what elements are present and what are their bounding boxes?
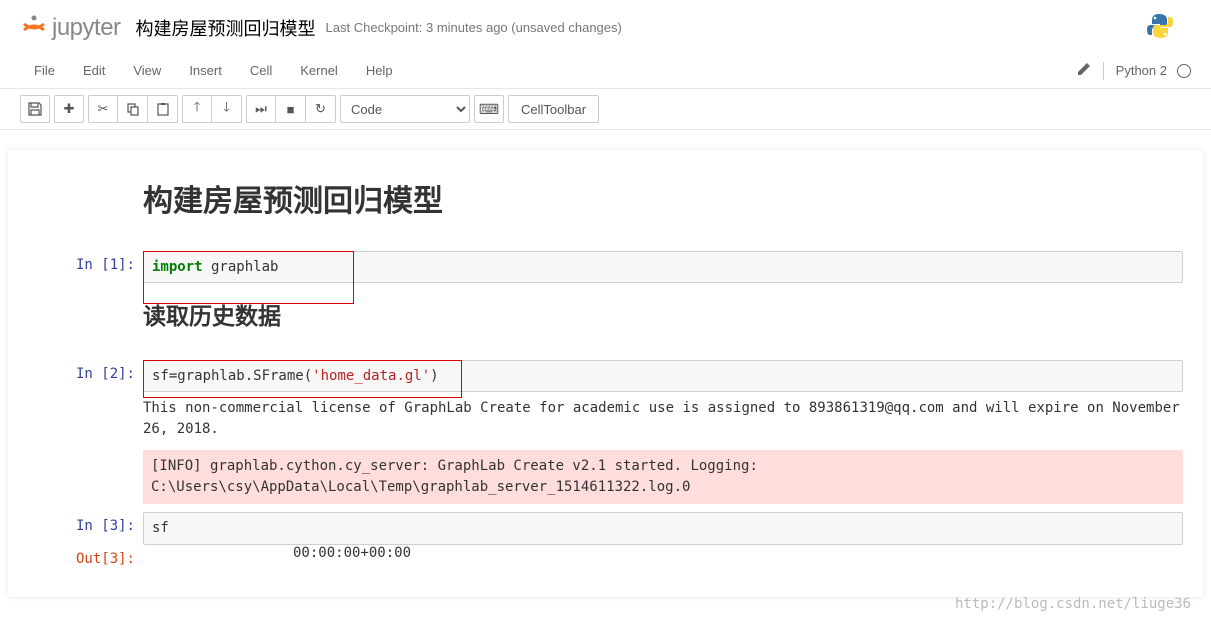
save-button[interactable] [20,95,50,123]
move-up-button[interactable]: 🡑 [182,95,212,123]
stop-button[interactable]: ■ [276,95,306,123]
move-down-button[interactable]: 🡓 [212,95,242,123]
scissors-icon: ✂ [98,101,109,117]
python-logo-icon [1144,10,1176,45]
kernel-indicator-icon[interactable] [1177,64,1191,78]
command-palette-button[interactable]: ⌨ [474,95,504,123]
output-time: 00:00:00+00:00 [143,545,1183,561]
menu-kernel[interactable]: Kernel [286,57,352,84]
keyboard-icon: ⌨ [479,101,499,118]
notebook-container: 构建房屋预测回归模型 In [1]: import graphlab 读取历史数… [8,150,1203,597]
kernel-name[interactable]: Python 2 [1116,63,1167,78]
toolbar: ✚ ✂ 🡑 🡓 ⏭ ■ ↻ Code ⌨ CellToolbar [0,89,1211,130]
input-prompt: In [2]: [28,360,143,384]
divider [1103,62,1104,80]
markdown-cell[interactable]: 构建房屋预测回归模型 [8,170,1203,243]
menu-help[interactable]: Help [352,57,407,84]
notebook-header: jupyter 构建房屋预测回归模型 Last Checkpoint: 3 mi… [0,0,1211,53]
jupyter-logo-icon [20,12,48,43]
jupyter-logo-text: jupyter [52,14,121,42]
output-stdout: This non-commercial license of GraphLab … [143,392,1183,446]
code-input[interactable]: import graphlab [143,251,1183,283]
notebook-title[interactable]: 构建房屋预测回归模型 [136,15,316,41]
arrow-up-icon: 🡑 [194,98,201,120]
checkpoint-status: Last Checkpoint: 3 minutes ago (unsaved … [326,20,622,35]
code-input[interactable]: sf=graphlab.SFrame('home_data.gl') [143,360,1183,392]
add-cell-button[interactable]: ✚ [54,95,84,123]
stop-icon: ■ [287,102,295,117]
plus-icon: ✚ [64,101,75,117]
copy-button[interactable] [118,95,148,123]
restart-button[interactable]: ↻ [306,95,336,123]
code-string: 'home_data.gl' [312,368,430,384]
code-text: sf [152,520,169,536]
code-cell[interactable]: In [1]: import graphlab [8,251,1203,283]
code-cell[interactable]: In [3]: sf Out[3]: 00:00:00+00:00 [8,512,1203,568]
notebook-heading1: 构建房屋预测回归模型 [143,176,1183,220]
celltoolbar-button[interactable]: CellToolbar [508,95,599,123]
menu-file[interactable]: File [20,57,69,84]
code-keyword: import [152,259,203,275]
code-text: ) [430,368,438,384]
notebook-heading2: 读取历史数据 [143,297,1183,331]
menu-view[interactable]: View [119,57,175,84]
output-stderr: [INFO] graphlab.cython.cy_server: GraphL… [143,450,1183,504]
paste-icon [156,102,170,116]
menu-insert[interactable]: Insert [175,57,236,84]
code-input[interactable]: sf [143,512,1183,544]
menu-cell[interactable]: Cell [236,57,286,84]
menubar: File Edit View Insert Cell Kernel Help P… [0,53,1211,89]
save-icon [28,102,42,116]
prompt-empty [28,170,143,178]
code-text: graphlab [203,259,279,275]
arrow-down-icon: 🡓 [223,98,230,120]
output-prompt: Out[3]: [28,545,143,569]
refresh-icon: ↻ [315,101,326,117]
markdown-cell[interactable]: 读取历史数据 [8,291,1203,352]
input-prompt: In [1]: [28,251,143,275]
run-button[interactable]: ⏭ [246,95,276,123]
step-forward-icon: ⏭ [255,101,267,117]
watermark: http://blog.csdn.net/liuge36 [955,596,1191,612]
code-text: sf=graphlab.SFrame( [152,368,312,384]
cell-type-select[interactable]: Code [340,95,470,123]
pencil-icon[interactable] [1077,62,1091,79]
menu-edit[interactable]: Edit [69,57,119,84]
code-cell[interactable]: In [2]: sf=graphlab.SFrame('home_data.gl… [8,360,1203,504]
input-prompt: In [3]: [28,512,143,536]
copy-icon [126,102,140,116]
prompt-empty [28,291,143,299]
cut-button[interactable]: ✂ [88,95,118,123]
paste-button[interactable] [148,95,178,123]
